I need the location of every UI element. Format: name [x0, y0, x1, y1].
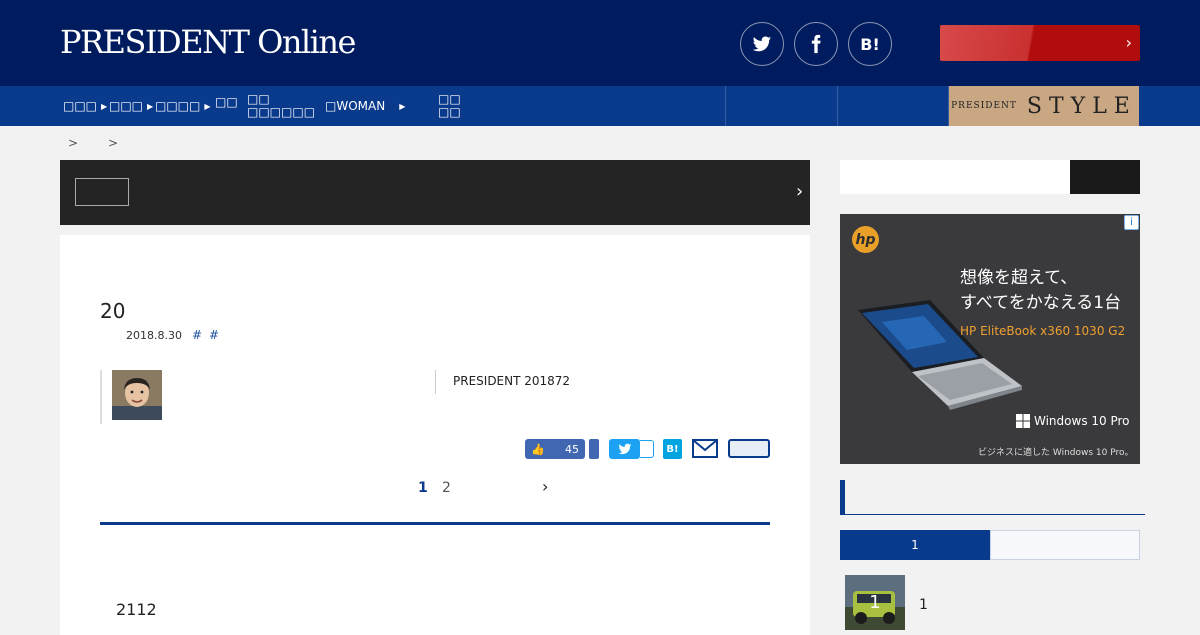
twitter-share-button[interactable]: [740, 22, 784, 66]
facebook-icon: [811, 34, 821, 54]
search-input[interactable]: [840, 160, 1070, 194]
facebook-share-small-button[interactable]: [589, 439, 599, 459]
series-banner[interactable]: [60, 160, 810, 225]
nav-label: □□: [215, 95, 238, 109]
thumbs-up-icon: 👍: [531, 442, 545, 456]
article-rule: [100, 522, 770, 525]
hatena-bookmark-button[interactable]: B!: [663, 439, 682, 459]
facebook-share-button[interactable]: [794, 22, 838, 66]
nav-label: □□□: [63, 99, 98, 113]
article-tag[interactable]: #: [192, 328, 202, 342]
caret-right-icon: ▶: [399, 101, 406, 111]
author-avatar[interactable]: [112, 370, 162, 420]
laptop-image: [858, 300, 1022, 410]
ad-headline-line: 想像を超えて、: [960, 268, 1078, 288]
page-link-current[interactable]: 1: [418, 480, 428, 496]
style-banner-word: STYLE: [1026, 93, 1137, 119]
search-button[interactable]: [1070, 160, 1140, 194]
nav-divider: [837, 86, 838, 126]
tweet-button[interactable]: [609, 439, 640, 459]
ad-model-name: HP EliteBook x360 1030 G2: [960, 324, 1126, 338]
nav-item-woman[interactable]: □WOMAN ▶: [325, 86, 405, 126]
nav-item-5[interactable]: □□ □□□□□□: [247, 86, 315, 126]
mail-icon: [692, 439, 718, 458]
ranking-header-bar: [840, 480, 845, 515]
chevron-right-icon: ›: [796, 181, 804, 202]
author-divider: [100, 370, 102, 424]
ranking-tab[interactable]: [990, 530, 1140, 560]
mail-share-button[interactable]: [692, 439, 718, 458]
article-source: PRESIDENT 201872: [453, 374, 571, 388]
president-style-banner[interactable]: PRESIDENT STYLE: [949, 86, 1139, 126]
windows-icon: [1016, 414, 1030, 428]
nav-item-4[interactable]: □□: [215, 82, 238, 122]
nav-label: □□ □□: [438, 92, 461, 119]
nav-label: □WOMAN: [325, 99, 386, 113]
nav-label: □□□□: [155, 99, 201, 113]
article-tag[interactable]: #: [209, 328, 219, 342]
ranking-item-title[interactable]: 1: [919, 597, 928, 613]
ad-footnote: ビジネスに適した Windows 10 Pro。: [978, 448, 1134, 458]
ranking-number: 1: [869, 592, 881, 613]
hatena-bookmark-icon: B!: [860, 34, 880, 54]
hp-logo: hp: [852, 226, 879, 253]
twitter-icon: [752, 36, 772, 52]
article-card: [60, 235, 810, 635]
style-banner-prefix: PRESIDENT: [951, 101, 1017, 111]
ad-headline: 想像を超えて、 すべてをかなえる1台: [960, 266, 1121, 316]
article-title: 20: [100, 299, 126, 323]
caret-right-icon: ▶: [101, 101, 108, 111]
facebook-like-button[interactable]: 👍 45: [525, 439, 585, 459]
like-count: 45: [565, 442, 579, 456]
caret-right-icon: ▶: [147, 101, 154, 111]
page-link[interactable]: 2: [442, 480, 451, 496]
nav-item-3[interactable]: □□□□ ▶: [155, 86, 211, 126]
windows-badge: Windows 10 Pro: [1016, 414, 1130, 428]
tweet-count-bubble: [640, 440, 654, 458]
breadcrumb-separator: >: [108, 136, 119, 150]
hatena-share-button[interactable]: B!: [848, 22, 892, 66]
nav-label: □□ □□□□□□: [247, 92, 316, 119]
breadcrumb-separator: >: [68, 136, 79, 150]
ad-headline-line: すべてをかなえる1台: [960, 293, 1122, 313]
nav-item-2[interactable]: □□□ ▶: [109, 86, 153, 126]
header-cta-button[interactable]: ›: [940, 25, 1140, 61]
nav-item-1[interactable]: □□□ ▶: [63, 86, 107, 126]
ranking-header: [840, 480, 1145, 515]
ad-info-icon[interactable]: i: [1124, 215, 1139, 230]
nav-label: □□□: [109, 99, 144, 113]
next-page-icon[interactable]: ›: [542, 477, 548, 496]
windows-label: Windows 10 Pro: [1034, 414, 1130, 428]
nav-divider: [725, 86, 726, 126]
meta-divider: [435, 370, 436, 394]
ranking-tab-active[interactable]: 1: [840, 530, 990, 560]
article-body: 2112: [116, 600, 157, 619]
article-date: 2018.8.30: [126, 329, 182, 342]
chevron-right-icon: ›: [1125, 33, 1132, 52]
nav-item-7[interactable]: □□ □□: [438, 86, 461, 126]
save-button[interactable]: [728, 439, 770, 458]
site-logo[interactable]: PRESIDENT Online: [60, 22, 356, 62]
caret-right-icon: ▶: [204, 101, 211, 111]
twitter-icon: [618, 443, 631, 455]
series-label-box: [75, 178, 129, 206]
